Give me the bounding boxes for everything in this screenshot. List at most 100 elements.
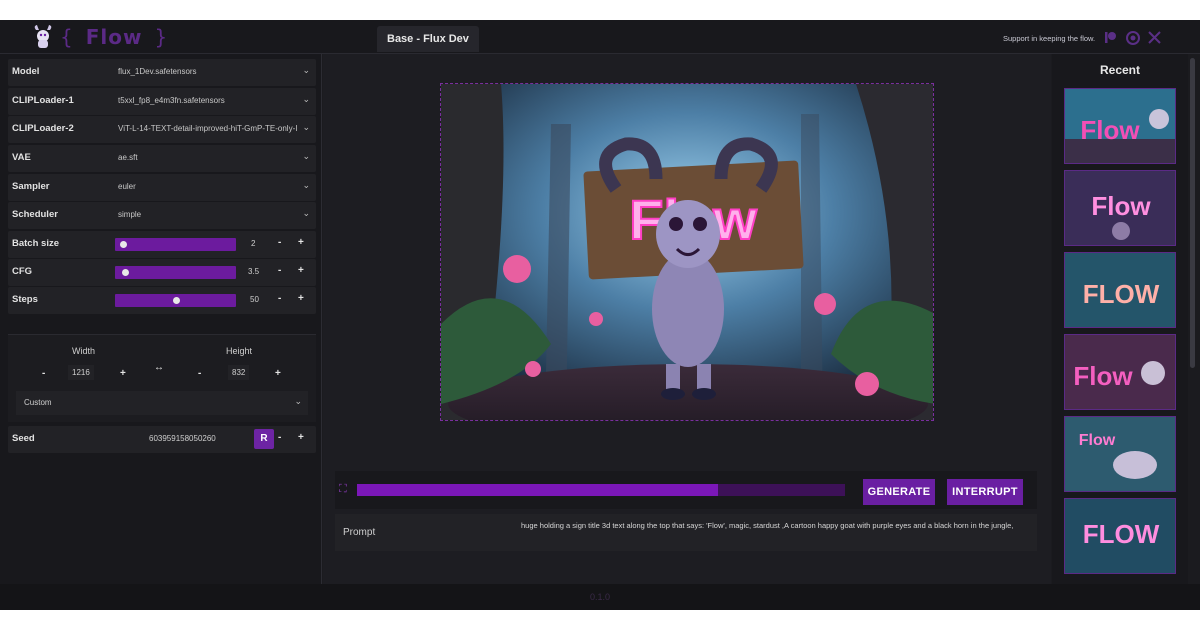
- brand-brace-open: {: [60, 25, 74, 49]
- expand-icon[interactable]: ⛶: [339, 483, 351, 495]
- thumbnail-text: Flow: [1091, 191, 1151, 221]
- x-icon[interactable]: [1147, 30, 1162, 45]
- recent-title: Recent: [1099, 63, 1140, 77]
- footer: 0.1.0: [0, 584, 1200, 610]
- progress-bar: [357, 484, 845, 496]
- patreon-icon[interactable]: [1103, 30, 1118, 45]
- width-increment-button[interactable]: +: [120, 368, 126, 379]
- brand-title: { Flow}: [60, 25, 168, 49]
- cfg-increment-button[interactable]: +: [298, 265, 304, 276]
- vae-select[interactable]: VAE ae.sft ⌄: [8, 145, 316, 172]
- cfg-row: CFG 3.5 - +: [8, 259, 316, 286]
- slider-knob[interactable]: [120, 241, 127, 248]
- cfg-decrement-button[interactable]: -: [278, 265, 281, 276]
- recent-thumbnail[interactable]: Flow: [1064, 416, 1176, 492]
- scheduler-select[interactable]: Scheduler simple ⌄: [8, 202, 316, 229]
- seed-decrement-button[interactable]: -: [278, 432, 281, 443]
- seed-label: Seed: [12, 433, 35, 444]
- aspect-ratio-value: Custom: [24, 398, 52, 407]
- chevron-down-icon: ⌄: [302, 208, 310, 218]
- progress-fill: [357, 484, 719, 496]
- width-label: Width: [72, 346, 96, 356]
- batch-size-slider[interactable]: [115, 238, 236, 251]
- swap-dimensions-icon[interactable]: ↔: [154, 362, 164, 373]
- recent-thumbnail[interactable]: Flow: [1064, 170, 1176, 246]
- sampler-select[interactable]: Sampler euler ⌄: [8, 174, 316, 201]
- steps-decrement-button[interactable]: -: [278, 293, 281, 304]
- scheduler-value: simple: [118, 210, 142, 219]
- batch-size-row: Batch size 2 - +: [8, 231, 316, 258]
- thumbnail-text: FLOW: [1083, 519, 1160, 549]
- chevron-down-icon: ⌄: [302, 94, 310, 104]
- steps-slider[interactable]: [115, 294, 236, 307]
- cfg-label: CFG: [12, 266, 33, 277]
- clip-loader-2-select[interactable]: CLIPLoader-2 ViT-L-14-TEXT-detail-improv…: [8, 116, 316, 143]
- batch-size-label: Batch size: [12, 238, 59, 249]
- goat-image: Flow: [441, 84, 933, 420]
- recent-scrollbar[interactable]: [1190, 58, 1195, 368]
- interrupt-button[interactable]: INTERRUPT: [947, 479, 1023, 505]
- social-icons: [1103, 30, 1162, 45]
- height-label: Height: [226, 346, 253, 356]
- height-decrement-button[interactable]: -: [198, 368, 201, 379]
- chevron-down-icon: ⌄: [302, 122, 310, 132]
- recent-thumbnail[interactable]: Flow: [1064, 88, 1176, 164]
- support-text[interactable]: Support in keeping the flow.: [1003, 34, 1095, 43]
- steps-label: Steps: [12, 294, 38, 305]
- prompt-row: Prompt huge holding a sign title 3d text…: [335, 514, 1037, 551]
- model-value: flux_1Dev.safetensors: [118, 67, 197, 76]
- batch-size-increment-button[interactable]: +: [298, 237, 304, 248]
- vae-value: ae.sft: [118, 153, 138, 162]
- batch-size-decrement-button[interactable]: -: [278, 237, 281, 248]
- width-decrement-button[interactable]: -: [42, 368, 45, 379]
- sampler-label: Sampler: [12, 181, 50, 192]
- seed-input[interactable]: 603959158050260: [149, 434, 216, 443]
- vae-label: VAE: [12, 152, 31, 163]
- generated-image[interactable]: Flow: [440, 83, 934, 421]
- goat-logo-icon: [34, 25, 52, 48]
- thumbnail-text: FLOW: [1083, 279, 1160, 309]
- clip-loader-1-select[interactable]: CLIPLoader-1 t5xxl_fp8_e4m3fn.safetensor…: [8, 88, 316, 115]
- thumbnail-text: Flow: [1079, 432, 1116, 449]
- clip-loader-1-label: CLIPLoader-1: [12, 95, 74, 106]
- aspect-ratio-select[interactable]: Custom ⌄: [16, 391, 308, 415]
- chevron-down-icon: ⌄: [302, 180, 310, 190]
- recent-thumbnail[interactable]: FLOW: [1064, 498, 1176, 574]
- recent-thumbnail[interactable]: Flow: [1064, 334, 1176, 410]
- generation-bar: ⛶ GENERATE INTERRUPT: [335, 471, 1037, 509]
- slider-knob[interactable]: [122, 269, 129, 276]
- height-input[interactable]: 832: [228, 365, 250, 380]
- chevron-down-icon: ⌄: [302, 151, 310, 161]
- height-increment-button[interactable]: +: [275, 368, 281, 379]
- seed-row: Seed 603959158050260 R - +: [8, 426, 316, 453]
- clip-loader-1-value: t5xxl_fp8_e4m3fn.safetensors: [118, 96, 225, 105]
- prompt-textarea[interactable]: huge holding a sign title 3d text along …: [521, 520, 1031, 532]
- main-canvas-area: Flow ⛶ GENERATE INTERRUPT: [323, 54, 1051, 584]
- random-seed-button[interactable]: R: [254, 429, 274, 449]
- settings-panel: Model flux_1Dev.safetensors ⌄ CLIPLoader…: [0, 54, 322, 584]
- recent-thumbnail[interactable]: FLOW: [1064, 252, 1176, 328]
- thumbnail-text: Flow: [1073, 361, 1133, 391]
- chevron-down-icon: ⌄: [294, 396, 302, 406]
- app-window: { Flow} Base - Flux Dev Support in keepin…: [0, 20, 1200, 610]
- steps-increment-button[interactable]: +: [298, 293, 304, 304]
- model-label: Model: [12, 66, 40, 77]
- tab-base-flux-dev[interactable]: Base - Flux Dev: [377, 26, 479, 52]
- sampler-value: euler: [118, 182, 136, 191]
- brand-word: Flow: [85, 25, 143, 49]
- steps-row: Steps 50 - +: [8, 287, 316, 314]
- width-input[interactable]: 1216: [68, 365, 94, 380]
- github-icon[interactable]: [1125, 30, 1140, 45]
- thumbnail-text: Flow: [1080, 115, 1140, 145]
- slider-knob[interactable]: [173, 297, 180, 304]
- clip-loader-2-label: CLIPLoader-2: [12, 123, 74, 134]
- scheduler-label: Scheduler: [12, 209, 58, 220]
- brand-brace-close: }: [154, 25, 169, 49]
- clip-loader-2-value: ViT-L-14-TEXT-detail-improved-hiT-GmP-TE…: [118, 124, 298, 133]
- cfg-value: 3.5: [248, 267, 260, 276]
- seed-increment-button[interactable]: +: [298, 432, 304, 443]
- model-select[interactable]: Model flux_1Dev.safetensors ⌄: [8, 59, 316, 86]
- cfg-slider[interactable]: [115, 266, 236, 279]
- steps-value: 50: [250, 295, 259, 304]
- generate-button[interactable]: GENERATE: [863, 479, 935, 505]
